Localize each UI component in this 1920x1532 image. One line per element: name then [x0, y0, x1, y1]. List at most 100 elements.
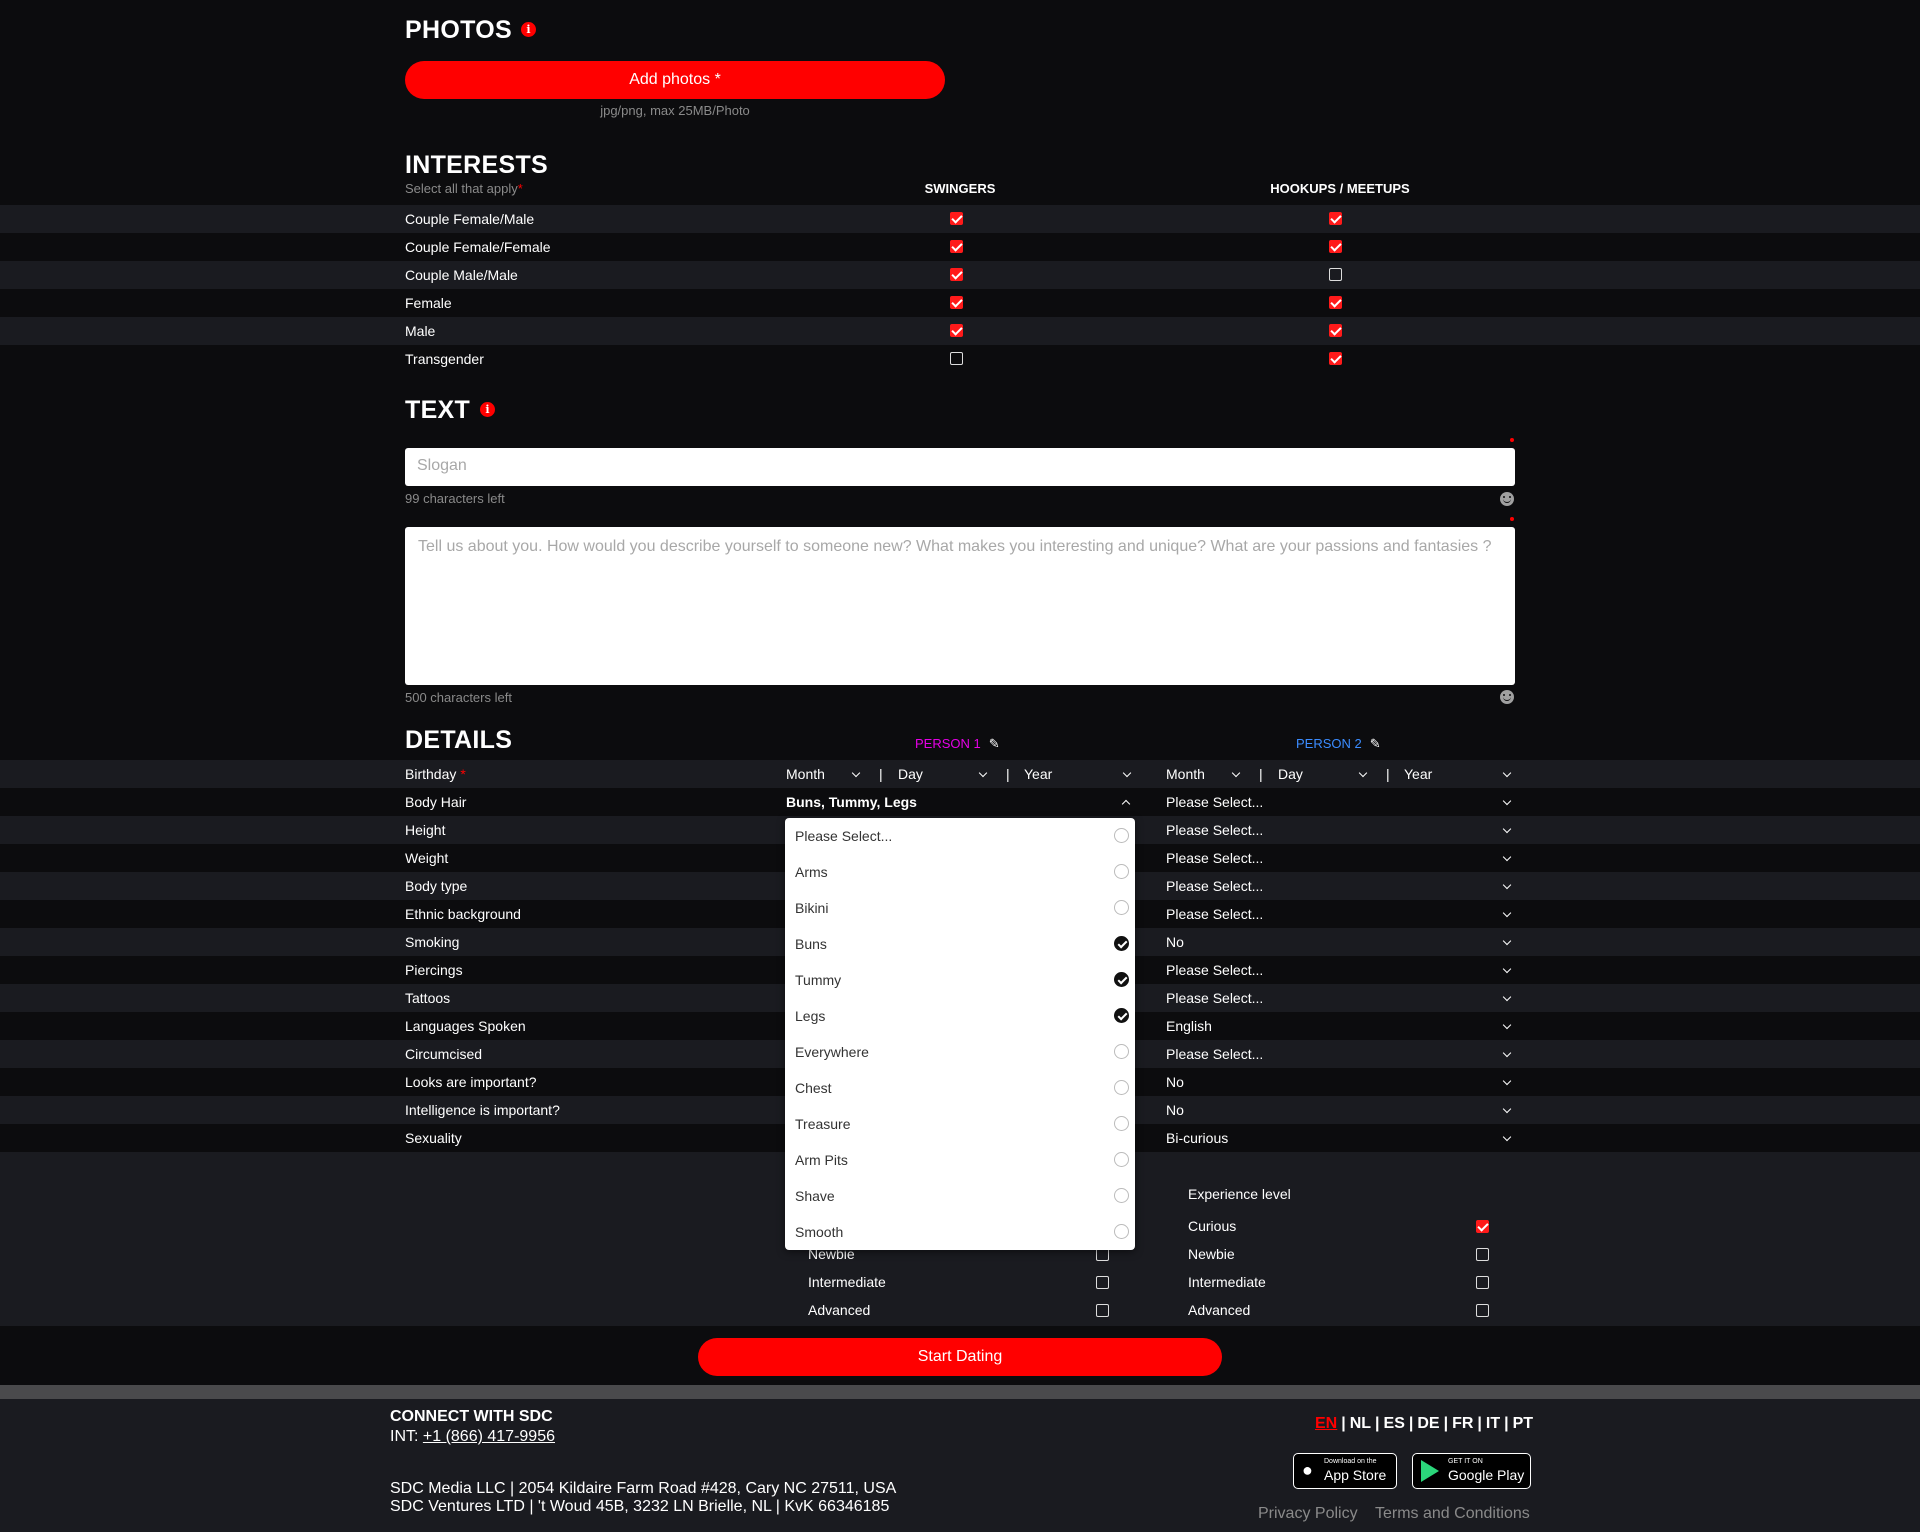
- radio-icon[interactable]: [1114, 972, 1129, 987]
- chevron-down-icon[interactable]: [1502, 768, 1512, 778]
- swingers-checkbox[interactable]: [950, 296, 963, 309]
- body-hair-dropdown[interactable]: Please Select... Arms Bikini Buns Tummy Legs E…: [785, 818, 1135, 1250]
- birthday-month-select-p1[interactable]: Month: [786, 760, 825, 788]
- chevron-down-icon[interactable]: [1358, 768, 1368, 778]
- experience-checkbox-p1[interactable]: [1096, 1304, 1109, 1317]
- hookups-checkbox[interactable]: [1329, 212, 1342, 225]
- chevron-down-icon[interactable]: [1502, 852, 1512, 862]
- experience-checkbox-p2[interactable]: [1476, 1304, 1489, 1317]
- app-store-badge[interactable]: ● Download on the App Store: [1293, 1453, 1397, 1489]
- start-dating-button[interactable]: Start Dating: [698, 1338, 1222, 1376]
- terms-link[interactable]: Terms and Conditions: [1375, 1505, 1530, 1523]
- radio-icon[interactable]: [1114, 1116, 1129, 1131]
- dropdown-option[interactable]: Tummy: [785, 962, 1135, 998]
- language-en[interactable]: EN: [1315, 1415, 1337, 1432]
- swingers-checkbox[interactable]: [950, 212, 963, 225]
- body-hair-select-p1[interactable]: Buns, Tummy, Legs: [786, 788, 917, 816]
- slogan-input[interactable]: Slogan: [405, 448, 1515, 486]
- language-de[interactable]: DE: [1417, 1415, 1439, 1432]
- birthday-month-select-p2[interactable]: Month: [1166, 760, 1205, 788]
- chevron-down-icon[interactable]: [978, 768, 988, 778]
- hookups-checkbox[interactable]: [1329, 324, 1342, 337]
- chevron-down-icon[interactable]: [1502, 1020, 1512, 1030]
- detail-select-p2[interactable]: Please Select...: [1166, 984, 1263, 1012]
- detail-select-p2[interactable]: Please Select...: [1166, 816, 1263, 844]
- radio-icon[interactable]: [1114, 828, 1129, 843]
- chevron-down-icon[interactable]: [1502, 992, 1512, 1002]
- radio-icon[interactable]: [1114, 900, 1129, 915]
- google-play-badge[interactable]: GET IT ON Google Play: [1412, 1453, 1531, 1489]
- add-photos-button[interactable]: Add photos *: [405, 61, 945, 99]
- hookups-checkbox[interactable]: [1329, 240, 1342, 253]
- dropdown-option[interactable]: Treasure: [785, 1106, 1135, 1142]
- chevron-down-icon[interactable]: [851, 768, 861, 778]
- swingers-checkbox[interactable]: [950, 324, 963, 337]
- radio-icon[interactable]: [1114, 1224, 1129, 1239]
- pencil-icon[interactable]: ✎: [989, 736, 1000, 751]
- language-pt[interactable]: PT: [1513, 1415, 1533, 1432]
- radio-icon[interactable]: [1114, 1080, 1129, 1095]
- dropdown-option[interactable]: Bikini: [785, 890, 1135, 926]
- detail-select-p2[interactable]: Please Select...: [1166, 844, 1263, 872]
- radio-icon[interactable]: [1114, 1188, 1129, 1203]
- radio-icon[interactable]: [1114, 1152, 1129, 1167]
- chevron-down-icon[interactable]: [1502, 824, 1512, 834]
- detail-select-p2[interactable]: Please Select...: [1166, 788, 1263, 816]
- experience-checkbox-p1[interactable]: [1096, 1276, 1109, 1289]
- hookups-checkbox[interactable]: [1329, 352, 1342, 365]
- radio-icon[interactable]: [1114, 1044, 1129, 1059]
- info-icon[interactable]: i: [521, 22, 536, 37]
- detail-select-p2[interactable]: Please Select...: [1166, 1040, 1263, 1068]
- chevron-down-icon[interactable]: [1502, 964, 1512, 974]
- chevron-down-icon[interactable]: [1502, 880, 1512, 890]
- detail-select-p2[interactable]: No: [1166, 1068, 1184, 1096]
- swingers-checkbox[interactable]: [950, 352, 963, 365]
- chevron-down-icon[interactable]: [1502, 936, 1512, 946]
- detail-select-p2[interactable]: No: [1166, 1096, 1184, 1124]
- emoji-icon[interactable]: [1500, 492, 1514, 506]
- phone-link[interactable]: +1 (866) 417-9956: [423, 1428, 555, 1445]
- chevron-down-icon[interactable]: [1502, 796, 1512, 806]
- chevron-down-icon[interactable]: [1231, 768, 1241, 778]
- experience-checkbox-p2[interactable]: [1476, 1220, 1489, 1233]
- detail-select-p2[interactable]: No: [1166, 928, 1184, 956]
- dropdown-option[interactable]: Everywhere: [785, 1034, 1135, 1070]
- hookups-checkbox[interactable]: [1329, 268, 1342, 281]
- pencil-icon[interactable]: ✎: [1370, 736, 1381, 751]
- birthday-year-select-p1[interactable]: Year: [1024, 760, 1052, 788]
- dropdown-option[interactable]: Shave: [785, 1178, 1135, 1214]
- radio-icon[interactable]: [1114, 936, 1129, 951]
- language-it[interactable]: IT: [1486, 1415, 1500, 1432]
- hookups-checkbox[interactable]: [1329, 296, 1342, 309]
- dropdown-option[interactable]: Arm Pits: [785, 1142, 1135, 1178]
- experience-checkbox-p2[interactable]: [1476, 1248, 1489, 1261]
- dropdown-option[interactable]: Legs: [785, 998, 1135, 1034]
- chevron-down-icon[interactable]: [1502, 1104, 1512, 1114]
- detail-select-p2[interactable]: Please Select...: [1166, 872, 1263, 900]
- detail-select-p2[interactable]: English: [1166, 1012, 1212, 1040]
- dropdown-option[interactable]: Arms: [785, 854, 1135, 890]
- dropdown-option[interactable]: Buns: [785, 926, 1135, 962]
- chevron-down-icon[interactable]: [1502, 1076, 1512, 1086]
- dropdown-option[interactable]: Smooth: [785, 1214, 1135, 1250]
- chevron-down-icon[interactable]: [1502, 908, 1512, 918]
- language-nl[interactable]: NL: [1350, 1415, 1371, 1432]
- language-es[interactable]: ES: [1384, 1415, 1405, 1432]
- swingers-checkbox[interactable]: [950, 240, 963, 253]
- about-textarea[interactable]: Tell us about you. How would you describ…: [405, 527, 1515, 685]
- swingers-checkbox[interactable]: [950, 268, 963, 281]
- birthday-day-select-p2[interactable]: Day: [1278, 760, 1303, 788]
- chevron-down-icon[interactable]: [1502, 1132, 1512, 1142]
- dropdown-option[interactable]: Chest: [785, 1070, 1135, 1106]
- radio-icon[interactable]: [1114, 1008, 1129, 1023]
- detail-select-p2[interactable]: Bi-curious: [1166, 1124, 1228, 1152]
- emoji-icon[interactable]: [1500, 690, 1514, 704]
- birthday-day-select-p1[interactable]: Day: [898, 760, 923, 788]
- radio-icon[interactable]: [1114, 864, 1129, 879]
- chevron-up-icon[interactable]: [1121, 799, 1131, 809]
- privacy-policy-link[interactable]: Privacy Policy: [1258, 1505, 1358, 1523]
- chevron-down-icon[interactable]: [1502, 1048, 1512, 1058]
- info-icon[interactable]: i: [480, 402, 495, 417]
- language-fr[interactable]: FR: [1452, 1415, 1473, 1432]
- detail-select-p2[interactable]: Please Select...: [1166, 956, 1263, 984]
